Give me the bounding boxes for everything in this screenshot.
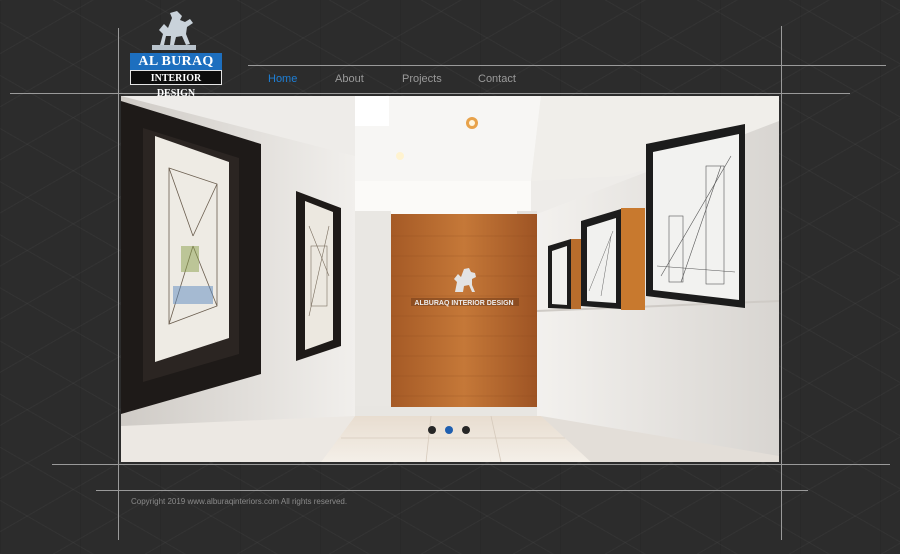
copyright-text: Copyright 2019 www.alburaqinteriors.com …: [131, 497, 348, 506]
page: AL BURAQ INTERIOR DESIGN Home About Proj…: [0, 0, 900, 554]
slider-dot-1[interactable]: [428, 426, 436, 434]
horse-icon: [152, 11, 196, 50]
nav-about[interactable]: About: [335, 73, 364, 85]
frame-line: [10, 93, 850, 94]
frame-line: [248, 65, 886, 66]
logo-subtitle: INTERIOR DESIGN: [130, 70, 222, 99]
frame-line: [96, 490, 808, 491]
nav-projects[interactable]: Projects: [402, 73, 442, 85]
interior-render: ALBURAQ INTERIOR DESIGN: [121, 96, 779, 462]
wall-sign: ALBURAQ INTERIOR DESIGN: [414, 300, 513, 307]
frame-line: [52, 464, 890, 465]
hero-slider-image: ALBURAQ INTERIOR DESIGN: [121, 96, 779, 462]
logo-title: AL BURAQ: [130, 53, 222, 70]
slider-dot-2[interactable]: [445, 426, 453, 434]
frame-line: [781, 26, 782, 540]
slider-dot-3[interactable]: [462, 426, 470, 434]
nav-contact[interactable]: Contact: [478, 73, 516, 85]
logo[interactable]: AL BURAQ INTERIOR DESIGN: [130, 10, 222, 99]
nav-home[interactable]: Home: [268, 73, 297, 85]
